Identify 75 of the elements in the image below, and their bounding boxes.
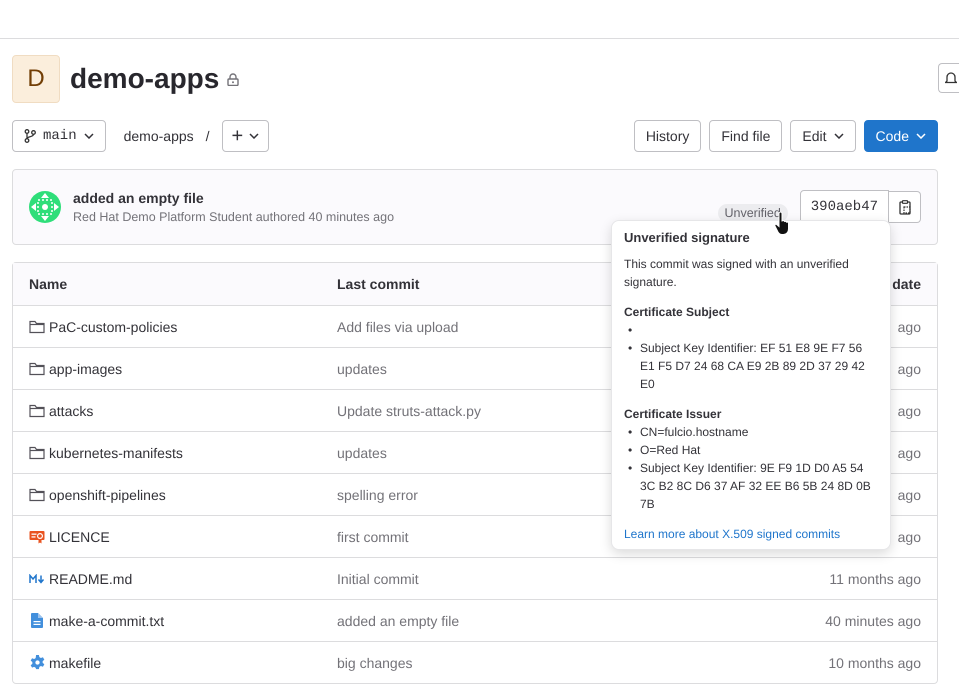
popover-title: Unverified signature <box>624 230 751 245</box>
folder-icon <box>29 446 45 460</box>
column-header: Name <box>29 276 68 292</box>
toolbar-button[interactable]: History <box>634 120 702 152</box>
column-header: date <box>892 276 921 292</box>
last-update-text: ago <box>898 402 921 418</box>
gear-icon <box>30 655 44 670</box>
document-icon <box>31 613 43 628</box>
breadcrumb-link[interactable]: demo-apps <box>124 128 194 144</box>
copy-button[interactable] <box>889 191 921 223</box>
last-update-text: 10 months ago <box>828 654 921 670</box>
folder-icon <box>29 362 45 376</box>
last-update-text: ago <box>898 318 921 334</box>
folder-icon <box>29 488 45 502</box>
file-name-link[interactable]: app-images <box>49 360 122 376</box>
column-header: Last commit <box>337 276 420 292</box>
last-update-text: ago <box>898 360 921 376</box>
commit-message-link[interactable]: Add files via upload <box>337 318 458 334</box>
branch-icon <box>24 129 36 143</box>
file-name-link[interactable]: make-a-commit.txt <box>49 612 164 628</box>
add-dropdown[interactable]: + <box>222 120 270 152</box>
certificate-field: CN=fulcio.hostname <box>640 423 748 441</box>
file-name-link[interactable]: PaC-custom-policies <box>49 318 178 334</box>
certificate-icon <box>29 530 45 544</box>
avatar-icon <box>29 191 61 223</box>
certificate-field: Subject Key Identifier: 9E F9 1D D0 A5 54 3C B2 8C D6 37 AF 32 EE B6 5B 24 8D 0B 7B <box>640 459 879 513</box>
chevron-down-icon <box>84 133 94 139</box>
commit-message-link[interactable]: updates <box>337 360 387 376</box>
commit-title[interactable]: added an empty file <box>73 190 394 206</box>
commit-message-link[interactable]: first commit <box>337 528 409 544</box>
project-title: demo-apps <box>70 63 220 95</box>
last-update-text: 11 months ago <box>829 570 921 586</box>
clipboard-icon <box>898 200 910 214</box>
last-update-text: ago <box>898 486 921 502</box>
commit-message-link[interactable]: Update struts-attack.py <box>337 402 481 418</box>
file-name-link[interactable]: kubernetes-manifests <box>49 444 183 460</box>
section-heading: Certificate Subject <box>624 305 730 319</box>
toolbar-dropdown[interactable]: Edit <box>790 120 856 152</box>
bullet-mark: • <box>628 424 634 441</box>
bullet-mark: • <box>628 340 634 357</box>
commit-message-link[interactable]: Initial commit <box>337 570 419 586</box>
file-name-link[interactable]: README.md <box>49 570 132 586</box>
bell-icon <box>945 71 957 85</box>
chevron-down-icon <box>249 133 260 139</box>
section-heading: Certificate Issuer <box>624 407 722 421</box>
last-update-text: ago <box>898 444 921 460</box>
code-dropdown[interactable]: Code <box>864 120 938 152</box>
popover-description: This commit was signed with an unverified signature. <box>624 256 850 291</box>
file-name-link[interactable]: openshift-pipelines <box>49 486 166 502</box>
commit-message-link[interactable]: spelling error <box>337 486 418 502</box>
last-update-text: 40 minutes ago <box>825 612 921 628</box>
breadcrumb-separator: / <box>206 128 210 144</box>
commit-author-text: Red Hat Demo Platform Student authored 40 minutes ago <box>73 210 394 224</box>
commit-message-link[interactable]: big changes <box>337 654 413 670</box>
notification-button[interactable] <box>938 63 959 93</box>
learn-more-link[interactable]: Learn more about X.509 signed commits <box>624 527 840 541</box>
chevron-down-icon <box>916 133 926 139</box>
branch-dropdown[interactable]: main <box>12 120 106 152</box>
folder-icon <box>29 404 45 418</box>
commit-message-link[interactable]: added an empty file <box>337 612 460 628</box>
bullet-mark: • <box>628 460 634 477</box>
file-name-link[interactable]: attacks <box>49 402 94 418</box>
last-update-text: ago <box>898 528 921 544</box>
bullet-mark: • <box>628 442 634 459</box>
certificate-field: O=Red Hat <box>640 441 700 459</box>
bullet-mark: • <box>628 322 634 339</box>
chevron-down-icon <box>834 133 844 139</box>
commit-message-link[interactable]: updates <box>337 444 387 460</box>
certificate-field: Subject Key Identifier: EF 51 E8 9E F7 56 E1 F5 D7 24 68 CA E9 2B 89 2D 37 29 42 E0 <box>640 339 879 393</box>
project-avatar: D <box>12 55 60 103</box>
markdown-icon <box>29 574 45 584</box>
file-name-link[interactable]: LICENCE <box>49 528 110 544</box>
file-name-link[interactable]: makefile <box>49 654 102 670</box>
folder-icon <box>29 320 45 334</box>
toolbar-button[interactable]: Find file <box>709 120 782 152</box>
